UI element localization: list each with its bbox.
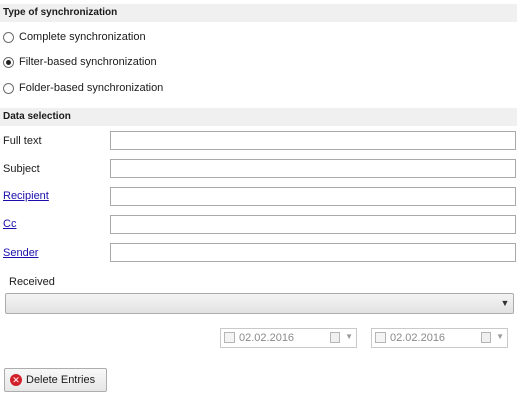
subject-label: Subject (3, 163, 40, 175)
radio-complete-sync-button[interactable] (3, 31, 14, 43)
radio-filter-sync-label: Filter-based synchronization (19, 56, 157, 68)
sender-input[interactable] (110, 243, 516, 262)
recipient-input[interactable] (110, 187, 516, 206)
radio-complete-sync-label: Complete synchronization (19, 31, 146, 43)
sync-type-header: Type of synchronization (0, 4, 517, 22)
date-to-value: 02.02.2016 (390, 332, 446, 344)
radio-filter-sync[interactable]: Filter-based synchronization (3, 54, 157, 70)
received-dropdown[interactable]: ▼ (5, 293, 514, 314)
sender-link[interactable]: Sender (3, 247, 38, 259)
chevron-down-icon: ▼ (500, 298, 510, 308)
chevron-down-icon[interactable]: ▼ (345, 332, 353, 341)
date-from-picker[interactable]: 02.02.2016 ▼ (220, 328, 357, 348)
radio-complete-sync[interactable]: Complete synchronization (3, 29, 146, 45)
recipient-link[interactable]: Recipient (3, 190, 49, 202)
delete-entries-button[interactable]: ✕ Delete Entries (4, 368, 107, 392)
calendar-icon[interactable] (330, 332, 340, 343)
radio-folder-sync-button[interactable] (3, 82, 14, 94)
date-from-checkbox[interactable] (224, 332, 235, 343)
cc-link[interactable]: Cc (3, 218, 16, 230)
radio-filter-sync-button[interactable] (3, 56, 14, 68)
chevron-down-icon[interactable]: ▼ (496, 332, 504, 341)
received-label: Received (9, 276, 55, 288)
radio-folder-sync[interactable]: Folder-based synchronization (3, 80, 163, 96)
calendar-icon[interactable] (481, 332, 491, 343)
data-selection-header: Data selection (0, 108, 517, 126)
date-to-checkbox[interactable] (375, 332, 386, 343)
date-from-value: 02.02.2016 (239, 332, 295, 344)
full-text-input[interactable] (110, 131, 516, 150)
cc-input[interactable] (110, 215, 516, 234)
delete-entries-label: Delete Entries (26, 374, 96, 386)
radio-folder-sync-label: Folder-based synchronization (19, 82, 164, 94)
full-text-label: Full text (3, 135, 42, 147)
subject-input[interactable] (110, 159, 516, 178)
date-to-picker[interactable]: 02.02.2016 ▼ (371, 328, 508, 348)
delete-icon: ✕ (10, 374, 22, 386)
